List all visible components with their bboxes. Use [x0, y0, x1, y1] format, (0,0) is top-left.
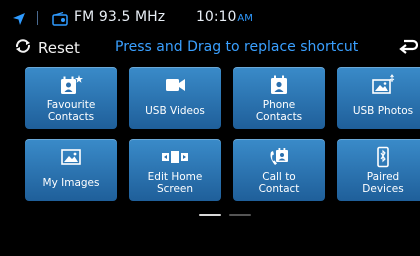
- favourite-contacts-icon: [25, 74, 117, 96]
- tile-label-line: Contact: [258, 183, 300, 195]
- toolbar: Reset Press and Drag to replace shortcut: [0, 34, 420, 62]
- tile-label-line: Screen: [156, 183, 194, 195]
- tile-label: USB Videos: [145, 105, 205, 117]
- page-indicator: [0, 214, 420, 218]
- tile-usb-photos[interactable]: USB Photos: [337, 67, 420, 129]
- radio-frequency: FM 93.5 MHz: [74, 9, 166, 25]
- edit-home-icon: [129, 146, 221, 168]
- contacts-book-icon: [233, 74, 325, 96]
- status-bar: FM 93.5 MHz 10:10AM: [0, 0, 420, 34]
- image-icon: [25, 146, 117, 168]
- video-camera-icon: [129, 74, 221, 96]
- call-contact-icon: [233, 146, 325, 168]
- tile-label-line: Paired: [366, 171, 400, 183]
- reset-button[interactable]: Reset: [14, 38, 80, 58]
- status-divider: [37, 11, 38, 25]
- tile-label-line: Edit Home: [147, 171, 203, 183]
- clock-time: 10:10: [196, 9, 237, 25]
- tile-favourite-contacts[interactable]: Favourite Contacts: [25, 67, 117, 129]
- back-button[interactable]: [398, 38, 419, 58]
- tile-label: Phone Contacts: [235, 99, 323, 123]
- instruction-text: Press and Drag to replace shortcut: [115, 39, 359, 55]
- tile-label: Paired Devices: [339, 171, 420, 195]
- tile-label-line: Favourite: [46, 99, 96, 111]
- tile-label: Call to Contact: [235, 171, 323, 195]
- shortcut-grid: Favourite Contacts USB Videos Phone Contac…: [0, 67, 420, 213]
- tile-label-line: Devices: [362, 183, 404, 195]
- page-dot[interactable]: [229, 214, 251, 216]
- tile-label: Edit Home Screen: [131, 171, 219, 195]
- tile-call-to-contact[interactable]: Call to Contact: [233, 139, 325, 201]
- tile-label-line: Call to: [262, 171, 296, 183]
- back-arrow-icon: [399, 39, 419, 54]
- usb-photos-icon: [337, 74, 420, 96]
- tile-label-line: Contacts: [255, 111, 303, 123]
- clock-ampm: AM: [237, 13, 253, 24]
- tile-label: Favourite Contacts: [27, 99, 115, 123]
- radio-icon: [52, 11, 68, 30]
- tile-usb-videos[interactable]: USB Videos: [129, 67, 221, 129]
- navigation-arrow-icon: [12, 11, 26, 30]
- tile-phone-contacts[interactable]: Phone Contacts: [233, 67, 325, 129]
- phone-device-icon: [337, 146, 420, 168]
- tile-label: USB Photos: [352, 105, 414, 117]
- reset-label: Reset: [38, 39, 80, 57]
- tile-paired-devices[interactable]: Paired Devices: [337, 139, 420, 201]
- tile-label-line: Phone: [262, 99, 296, 111]
- tile-label-line: Contacts: [47, 111, 95, 123]
- tile-label: My Images: [42, 177, 100, 189]
- clock: 10:10AM: [196, 9, 253, 25]
- page-dot-active[interactable]: [199, 214, 221, 216]
- reset-icon: [14, 38, 32, 58]
- tile-my-images[interactable]: My Images: [25, 139, 117, 201]
- tile-edit-home-screen[interactable]: Edit Home Screen: [129, 139, 221, 201]
